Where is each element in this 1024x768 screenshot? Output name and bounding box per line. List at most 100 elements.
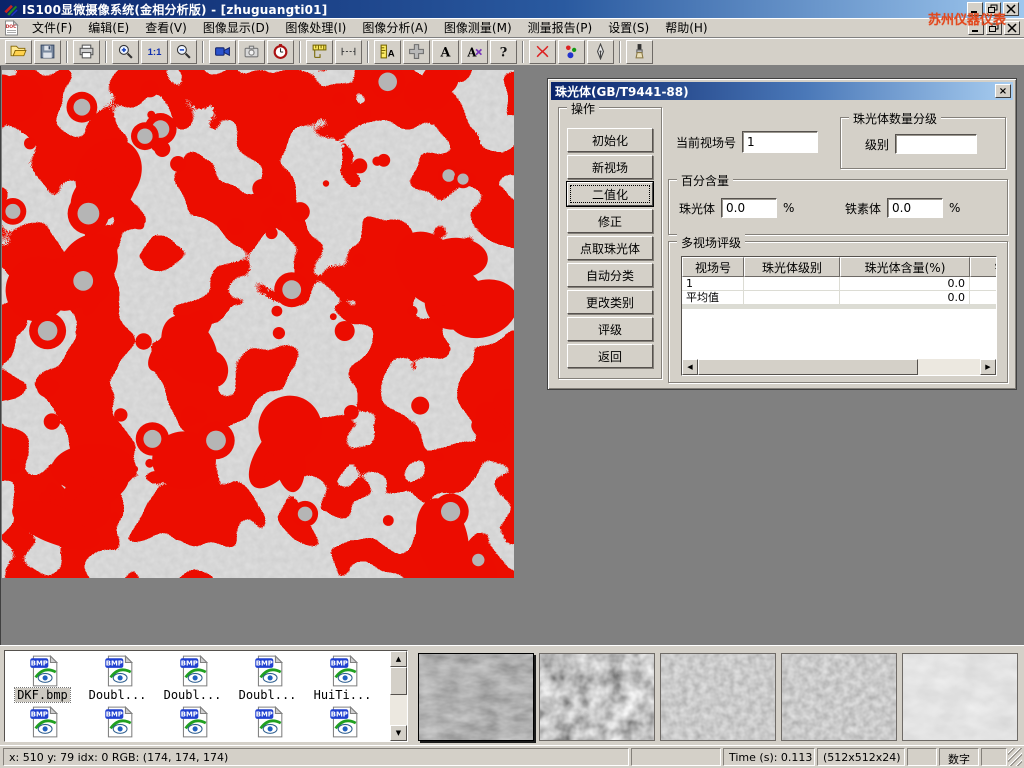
- scrollbar-thumb[interactable]: [390, 667, 407, 695]
- table-row-0[interactable]: 10.0: [682, 277, 996, 291]
- tool-bar: 1:1AAA?: [0, 38, 1024, 66]
- thumbnail-1[interactable]: [418, 653, 534, 741]
- file-item-9[interactable]: BMP: [305, 705, 380, 739]
- actual-size-icon[interactable]: 1:1: [141, 40, 168, 64]
- file-list[interactable]: BMPDKF.bmpBMPDoubl...BMPDoubl...BMPDoubl…: [4, 650, 408, 742]
- file-item-2[interactable]: BMPDoubl...: [155, 654, 230, 702]
- pearlite-percent-input[interactable]: [721, 198, 777, 218]
- menu-item-1[interactable]: 编辑(E): [80, 19, 137, 37]
- ruler-icon[interactable]: [335, 40, 362, 64]
- menu-item-6[interactable]: 图像测量(M): [436, 19, 520, 37]
- ferrite-percent-input[interactable]: [887, 198, 943, 218]
- dialog-title-bar[interactable]: 珠光体(GB/T9441-88) ×: [551, 82, 1013, 100]
- help-icon[interactable]: ?: [490, 40, 517, 64]
- thumbnail-strip: [418, 653, 1018, 741]
- table-row-1[interactable]: 平均值0.0: [682, 291, 996, 305]
- file-name: Doubl...: [237, 688, 299, 702]
- document-system-icon[interactable]: DOC: [4, 20, 19, 36]
- menu-item-4[interactable]: 图像处理(I): [277, 19, 354, 37]
- scrollbar-thumb[interactable]: [698, 359, 918, 375]
- file-item-4[interactable]: BMPHuiTi...: [305, 654, 380, 702]
- print-icon[interactable]: [73, 40, 100, 64]
- zoom-out-icon[interactable]: [170, 40, 197, 64]
- file-item-6[interactable]: BMP: [80, 705, 155, 739]
- menu-item-5[interactable]: 图像分析(A): [354, 19, 436, 37]
- timer-icon[interactable]: [267, 40, 294, 64]
- toolbar-separator: [522, 41, 524, 63]
- scroll-up-icon[interactable]: ▲: [390, 651, 407, 667]
- bmp-file-icon: BMP: [326, 705, 360, 739]
- current-field-input[interactable]: [742, 131, 818, 153]
- ops-button-3[interactable]: 修正: [567, 209, 653, 233]
- ops-button-8[interactable]: 返回: [567, 344, 653, 368]
- scroll-left-icon[interactable]: ◀: [682, 359, 698, 375]
- table-horizontal-scrollbar[interactable]: ◀ ▶: [682, 359, 996, 375]
- resize-grip[interactable]: [1008, 748, 1022, 766]
- bmp-file-icon: BMP: [101, 654, 135, 688]
- grade-input[interactable]: [895, 134, 977, 154]
- table-header-0[interactable]: 视场号: [682, 257, 744, 277]
- status-image-size: (512x512x24): [817, 748, 905, 766]
- file-item-3[interactable]: BMPDoubl...: [230, 654, 305, 702]
- table-row-5[interactable]: [682, 308, 996, 309]
- file-list-scrollbar[interactable]: ▲ ▼: [390, 651, 407, 741]
- table-header-3[interactable]: 铁素体含量(%): [970, 257, 997, 277]
- caliper-icon[interactable]: [306, 40, 333, 64]
- classify-points-icon[interactable]: [558, 40, 585, 64]
- save-icon[interactable]: [34, 40, 61, 64]
- scroll-right-icon[interactable]: ▶: [980, 359, 996, 375]
- table-cell: [744, 277, 840, 290]
- bmp-file-icon: BMP: [26, 705, 60, 739]
- scroll-down-icon[interactable]: ▼: [390, 725, 407, 741]
- file-item-5[interactable]: BMP: [5, 705, 80, 739]
- rating-table[interactable]: 视场号珠光体级别珠光体含量(%)铁素体含量(%) 10.0平均值0.0 ◀ ▶: [681, 256, 997, 376]
- ops-button-4[interactable]: 点取珠光体: [567, 236, 653, 260]
- ops-button-1[interactable]: 新视场: [567, 155, 653, 179]
- move-cross-icon[interactable]: [403, 40, 430, 64]
- thumbnail-5[interactable]: [902, 653, 1018, 741]
- thumbnail-2[interactable]: [539, 653, 655, 741]
- camera-capture-icon[interactable]: [238, 40, 265, 64]
- ops-button-7[interactable]: 评级: [567, 317, 653, 341]
- file-item-1[interactable]: BMPDoubl...: [80, 654, 155, 702]
- toolbar-separator: [202, 41, 204, 63]
- ops-button-5[interactable]: 自动分类: [567, 263, 653, 287]
- ops-button-6[interactable]: 更改类别: [567, 290, 653, 314]
- bmp-file-icon: BMP: [176, 705, 210, 739]
- thumbnail-3[interactable]: [660, 653, 776, 741]
- menu-item-2[interactable]: 查看(V): [137, 19, 195, 37]
- measure-text-icon[interactable]: A: [374, 40, 401, 64]
- table-cell: 0.0: [840, 277, 970, 290]
- text-remove-icon[interactable]: A: [461, 40, 488, 64]
- child-close-button[interactable]: [1004, 21, 1020, 35]
- brush-icon[interactable]: [626, 40, 653, 64]
- video-capture-icon[interactable]: [209, 40, 236, 64]
- ops-button-0[interactable]: 初始化: [567, 128, 653, 152]
- thumbnail-4[interactable]: [781, 653, 897, 741]
- zoom-in-icon[interactable]: [112, 40, 139, 64]
- menu-item-9[interactable]: 帮助(H): [657, 19, 715, 37]
- table-header-2[interactable]: 珠光体含量(%): [840, 257, 970, 277]
- erase-curve-icon[interactable]: [529, 40, 556, 64]
- file-item-7[interactable]: BMP: [155, 705, 230, 739]
- file-item-0[interactable]: BMPDKF.bmp: [5, 654, 80, 702]
- bmp-file-icon: BMP: [326, 654, 360, 688]
- specimen-image[interactable]: [2, 70, 514, 578]
- menu-item-0[interactable]: 文件(F): [24, 19, 80, 37]
- menu-item-8[interactable]: 设置(S): [600, 19, 657, 37]
- menu-item-3[interactable]: 图像显示(D): [195, 19, 278, 37]
- table-cell: [970, 291, 997, 304]
- pen-icon[interactable]: [587, 40, 614, 64]
- svg-text:BMP: BMP: [30, 660, 47, 668]
- open-icon[interactable]: [5, 40, 32, 64]
- file-name: Doubl...: [162, 688, 224, 702]
- file-item-8[interactable]: BMP: [230, 705, 305, 739]
- text-label-icon[interactable]: A: [432, 40, 459, 64]
- bmp-file-icon: BMP: [251, 654, 285, 688]
- dialog-close-icon[interactable]: ×: [995, 84, 1011, 98]
- bmp-file-icon: BMP: [176, 654, 210, 688]
- menu-item-7[interactable]: 测量报告(P): [520, 19, 601, 37]
- ops-button-2[interactable]: 二值化: [567, 182, 653, 206]
- table-cell: [970, 277, 997, 290]
- table-header-1[interactable]: 珠光体级别: [744, 257, 840, 277]
